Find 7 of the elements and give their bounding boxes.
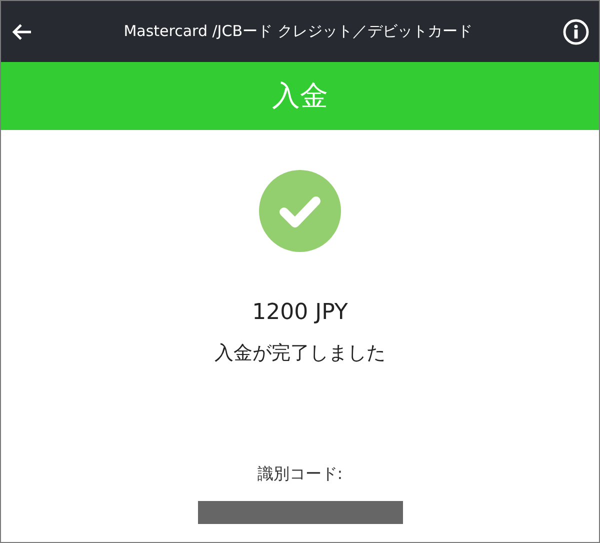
header-title: Mastercard /JCBード クレジット／デビットカード [124, 21, 472, 42]
info-icon[interactable] [562, 18, 589, 44]
status-message: 入金が完了しました [214, 341, 386, 366]
banner-title: 入金 [272, 78, 328, 114]
amount-text: 1200 JPY [252, 299, 348, 327]
success-check-icon [259, 170, 341, 252]
code-label: 識別コード: [257, 462, 343, 484]
